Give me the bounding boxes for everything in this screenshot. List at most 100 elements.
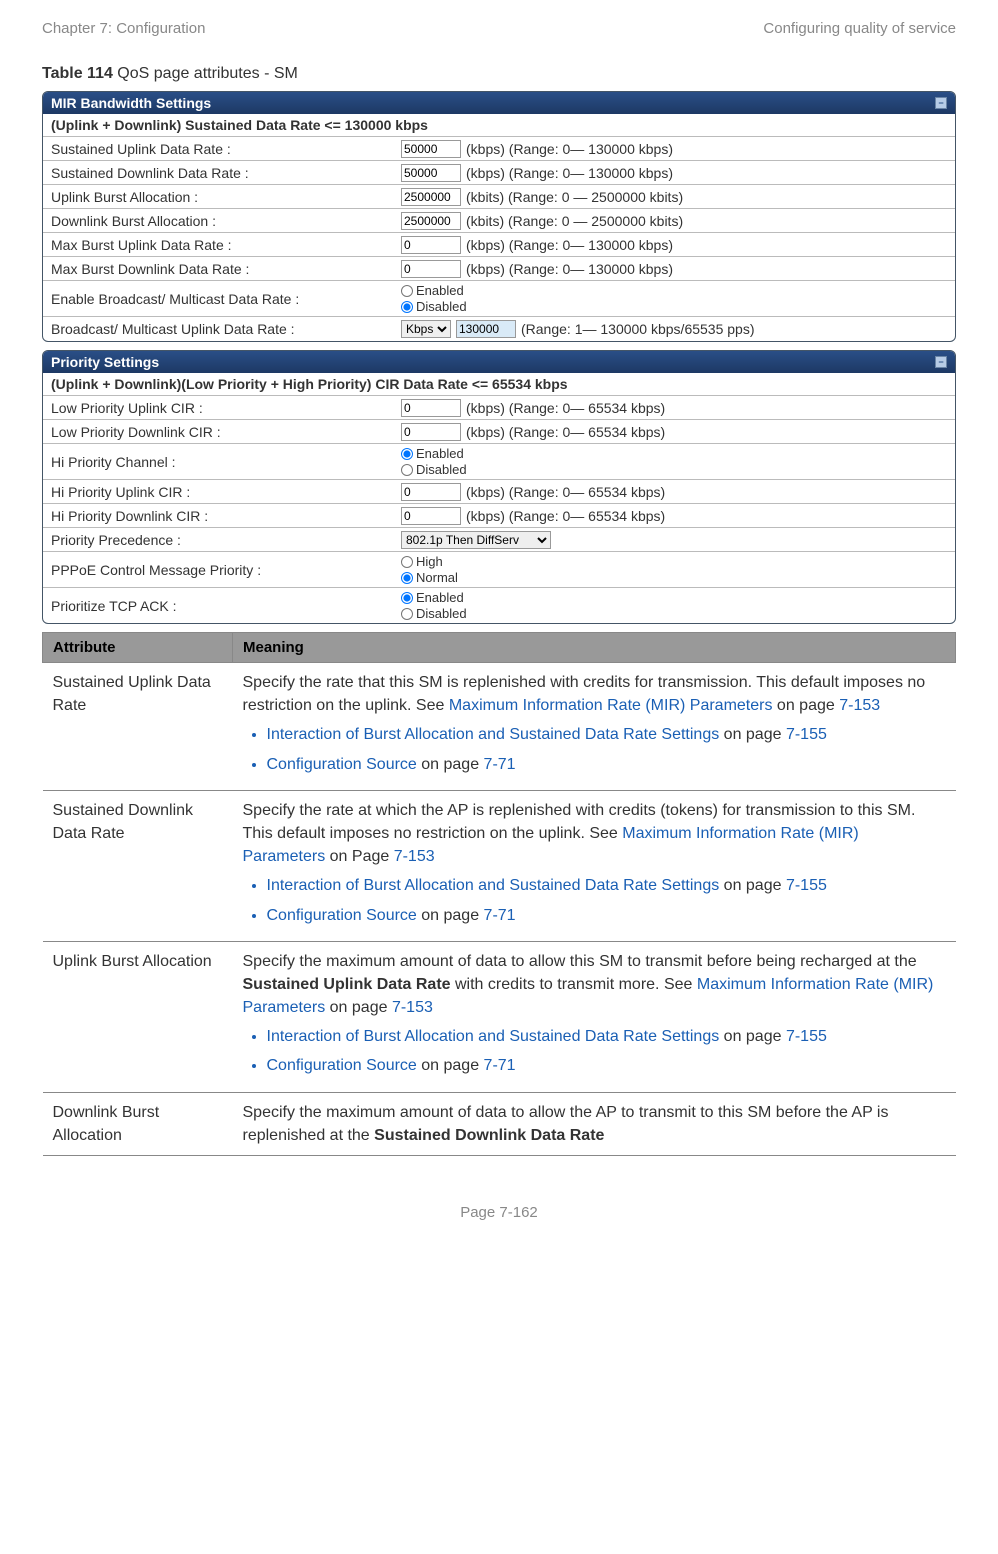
enabled-radio[interactable] xyxy=(401,285,413,297)
attr-meaning: Specify the maximum amount of data to al… xyxy=(233,1092,956,1155)
disabled-radio[interactable] xyxy=(401,464,413,476)
attr-meaning: Specify the rate that this SM is repleni… xyxy=(233,663,956,791)
header-left: Chapter 7: Configuration xyxy=(42,20,205,37)
panel-title: Priority Settings xyxy=(51,354,159,370)
panel-title: MIR Bandwidth Settings xyxy=(51,95,211,111)
setting-label: Low Priority Downlink CIR : xyxy=(51,424,401,440)
setting-label: Broadcast/ Multicast Uplink Data Rate : xyxy=(51,321,401,337)
attr-name: Uplink Burst Allocation xyxy=(43,941,233,1092)
table-row: Downlink Burst Allocation Specify the ma… xyxy=(43,1092,956,1155)
link-page[interactable]: 7-71 xyxy=(484,756,516,773)
table-row: Uplink Burst Allocation Specify the maxi… xyxy=(43,941,956,1092)
setting-row: Max Burst Downlink Data Rate : (kbps) (R… xyxy=(43,257,955,281)
setting-hint: (kbits) (Range: 0 — 2500000 kbits) xyxy=(466,189,683,205)
disabled-radio[interactable] xyxy=(401,301,413,313)
sustained-uplink-input[interactable] xyxy=(401,140,461,158)
mir-bandwidth-panel: MIR Bandwidth Settings − (Uplink + Downl… xyxy=(42,91,956,342)
link-config-source[interactable]: Configuration Source xyxy=(267,1057,417,1074)
list-item: Configuration Source on page 7-71 xyxy=(267,753,946,776)
max-burst-uplink-input[interactable] xyxy=(401,236,461,254)
link-page[interactable]: 7-153 xyxy=(839,697,880,714)
link-page[interactable]: 7-71 xyxy=(484,1057,516,1074)
broadcast-unit-select[interactable]: Kbps xyxy=(401,320,451,338)
hi-priority-channel-radios: Enabled Disabled xyxy=(401,446,467,477)
table-caption: Table 114 QoS page attributes - SM xyxy=(42,65,956,83)
setting-label: Max Burst Uplink Data Rate : xyxy=(51,237,401,253)
link-mir-params[interactable]: Maximum Information Rate (MIR) Parameter… xyxy=(449,697,773,714)
page-header: Chapter 7: Configuration Configuring qua… xyxy=(42,20,956,37)
setting-hint: (kbps) (Range: 0— 65534 kbps) xyxy=(466,400,665,416)
caption-bold: Table 114 xyxy=(42,65,113,82)
enabled-radio[interactable] xyxy=(401,448,413,460)
col-meaning: Meaning xyxy=(233,633,956,663)
hi-uplink-cir-input[interactable] xyxy=(401,483,461,501)
setting-hint: (kbits) (Range: 0 — 2500000 kbits) xyxy=(466,213,683,229)
table-row: Sustained Uplink Data Rate Specify the r… xyxy=(43,663,956,791)
normal-radio[interactable] xyxy=(401,572,413,584)
tcp-ack-radios: Enabled Disabled xyxy=(401,590,467,621)
link-page[interactable]: 7-155 xyxy=(786,726,827,743)
attr-name: Downlink Burst Allocation xyxy=(43,1092,233,1155)
setting-hint: (kbps) (Range: 0— 65534 kbps) xyxy=(466,508,665,524)
enabled-radio[interactable] xyxy=(401,592,413,604)
uplink-burst-input[interactable] xyxy=(401,188,461,206)
link-interaction[interactable]: Interaction of Burst Allocation and Sust… xyxy=(267,877,720,894)
collapse-icon[interactable]: − xyxy=(935,97,947,109)
downlink-burst-input[interactable] xyxy=(401,212,461,230)
setting-label: Prioritize TCP ACK : xyxy=(51,598,401,614)
setting-row: Low Priority Downlink CIR : (kbps) (Rang… xyxy=(43,420,955,444)
setting-row: Sustained Uplink Data Rate : (kbps) (Ran… xyxy=(43,137,955,161)
caption-rest: QoS page attributes - SM xyxy=(113,65,298,82)
panel-header: Priority Settings − xyxy=(43,351,955,373)
setting-row: Enable Broadcast/ Multicast Data Rate : … xyxy=(43,281,955,317)
hi-downlink-cir-input[interactable] xyxy=(401,507,461,525)
broadcast-rate-input[interactable] xyxy=(456,320,516,338)
low-uplink-cir-input[interactable] xyxy=(401,399,461,417)
enable-broadcast-radios: Enabled Disabled xyxy=(401,283,467,314)
list-item: Interaction of Burst Allocation and Sust… xyxy=(267,874,946,897)
collapse-icon[interactable]: − xyxy=(935,356,947,368)
link-page[interactable]: 7-71 xyxy=(484,907,516,924)
list-item: Configuration Source on page 7-71 xyxy=(267,1054,946,1077)
setting-row: Hi Priority Channel : Enabled Disabled xyxy=(43,444,955,480)
sustained-downlink-input[interactable] xyxy=(401,164,461,182)
link-config-source[interactable]: Configuration Source xyxy=(267,756,417,773)
setting-label: Priority Precedence : xyxy=(51,532,401,548)
setting-label: Downlink Burst Allocation : xyxy=(51,213,401,229)
list-item: Configuration Source on page 7-71 xyxy=(267,904,946,927)
setting-row: Sustained Downlink Data Rate : (kbps) (R… xyxy=(43,161,955,185)
setting-hint: (kbps) (Range: 0— 130000 kbps) xyxy=(466,165,673,181)
panel-subheader: (Uplink + Downlink)(Low Priority + High … xyxy=(43,373,955,396)
link-page[interactable]: 7-153 xyxy=(392,999,433,1016)
setting-row: Hi Priority Uplink CIR : (kbps) (Range: … xyxy=(43,480,955,504)
attr-name: Sustained Downlink Data Rate xyxy=(43,790,233,941)
setting-label: Enable Broadcast/ Multicast Data Rate : xyxy=(51,291,401,307)
link-page[interactable]: 7-153 xyxy=(394,848,435,865)
link-page[interactable]: 7-155 xyxy=(786,877,827,894)
bold-text: Sustained Uplink Data Rate xyxy=(243,976,451,993)
link-interaction[interactable]: Interaction of Burst Allocation and Sust… xyxy=(267,1028,720,1045)
setting-hint: (kbps) (Range: 0— 130000 kbps) xyxy=(466,237,673,253)
high-radio[interactable] xyxy=(401,556,413,568)
setting-label: Hi Priority Channel : xyxy=(51,454,401,470)
low-downlink-cir-input[interactable] xyxy=(401,423,461,441)
header-right: Configuring quality of service xyxy=(763,20,956,37)
bold-text: Sustained Downlink Data Rate xyxy=(374,1127,604,1144)
attr-meaning: Specify the maximum amount of data to al… xyxy=(233,941,956,1092)
setting-row: Max Burst Uplink Data Rate : (kbps) (Ran… xyxy=(43,233,955,257)
priority-precedence-select[interactable]: 802.1p Then DiffServ xyxy=(401,531,551,549)
setting-row: Broadcast/ Multicast Uplink Data Rate : … xyxy=(43,317,955,341)
setting-row: PPPoE Control Message Priority : High No… xyxy=(43,552,955,588)
disabled-radio[interactable] xyxy=(401,608,413,620)
setting-row: Downlink Burst Allocation : (kbits) (Ran… xyxy=(43,209,955,233)
link-page[interactable]: 7-155 xyxy=(786,1028,827,1045)
pppoe-priority-radios: High Normal xyxy=(401,554,458,585)
priority-settings-panel: Priority Settings − (Uplink + Downlink)(… xyxy=(42,350,956,624)
max-burst-downlink-input[interactable] xyxy=(401,260,461,278)
setting-hint: (kbps) (Range: 0— 65534 kbps) xyxy=(466,424,665,440)
link-config-source[interactable]: Configuration Source xyxy=(267,907,417,924)
link-interaction[interactable]: Interaction of Burst Allocation and Sust… xyxy=(267,726,720,743)
setting-hint: (kbps) (Range: 0— 130000 kbps) xyxy=(466,261,673,277)
setting-label: Hi Priority Uplink CIR : xyxy=(51,484,401,500)
setting-hint: (kbps) (Range: 0— 130000 kbps) xyxy=(466,141,673,157)
